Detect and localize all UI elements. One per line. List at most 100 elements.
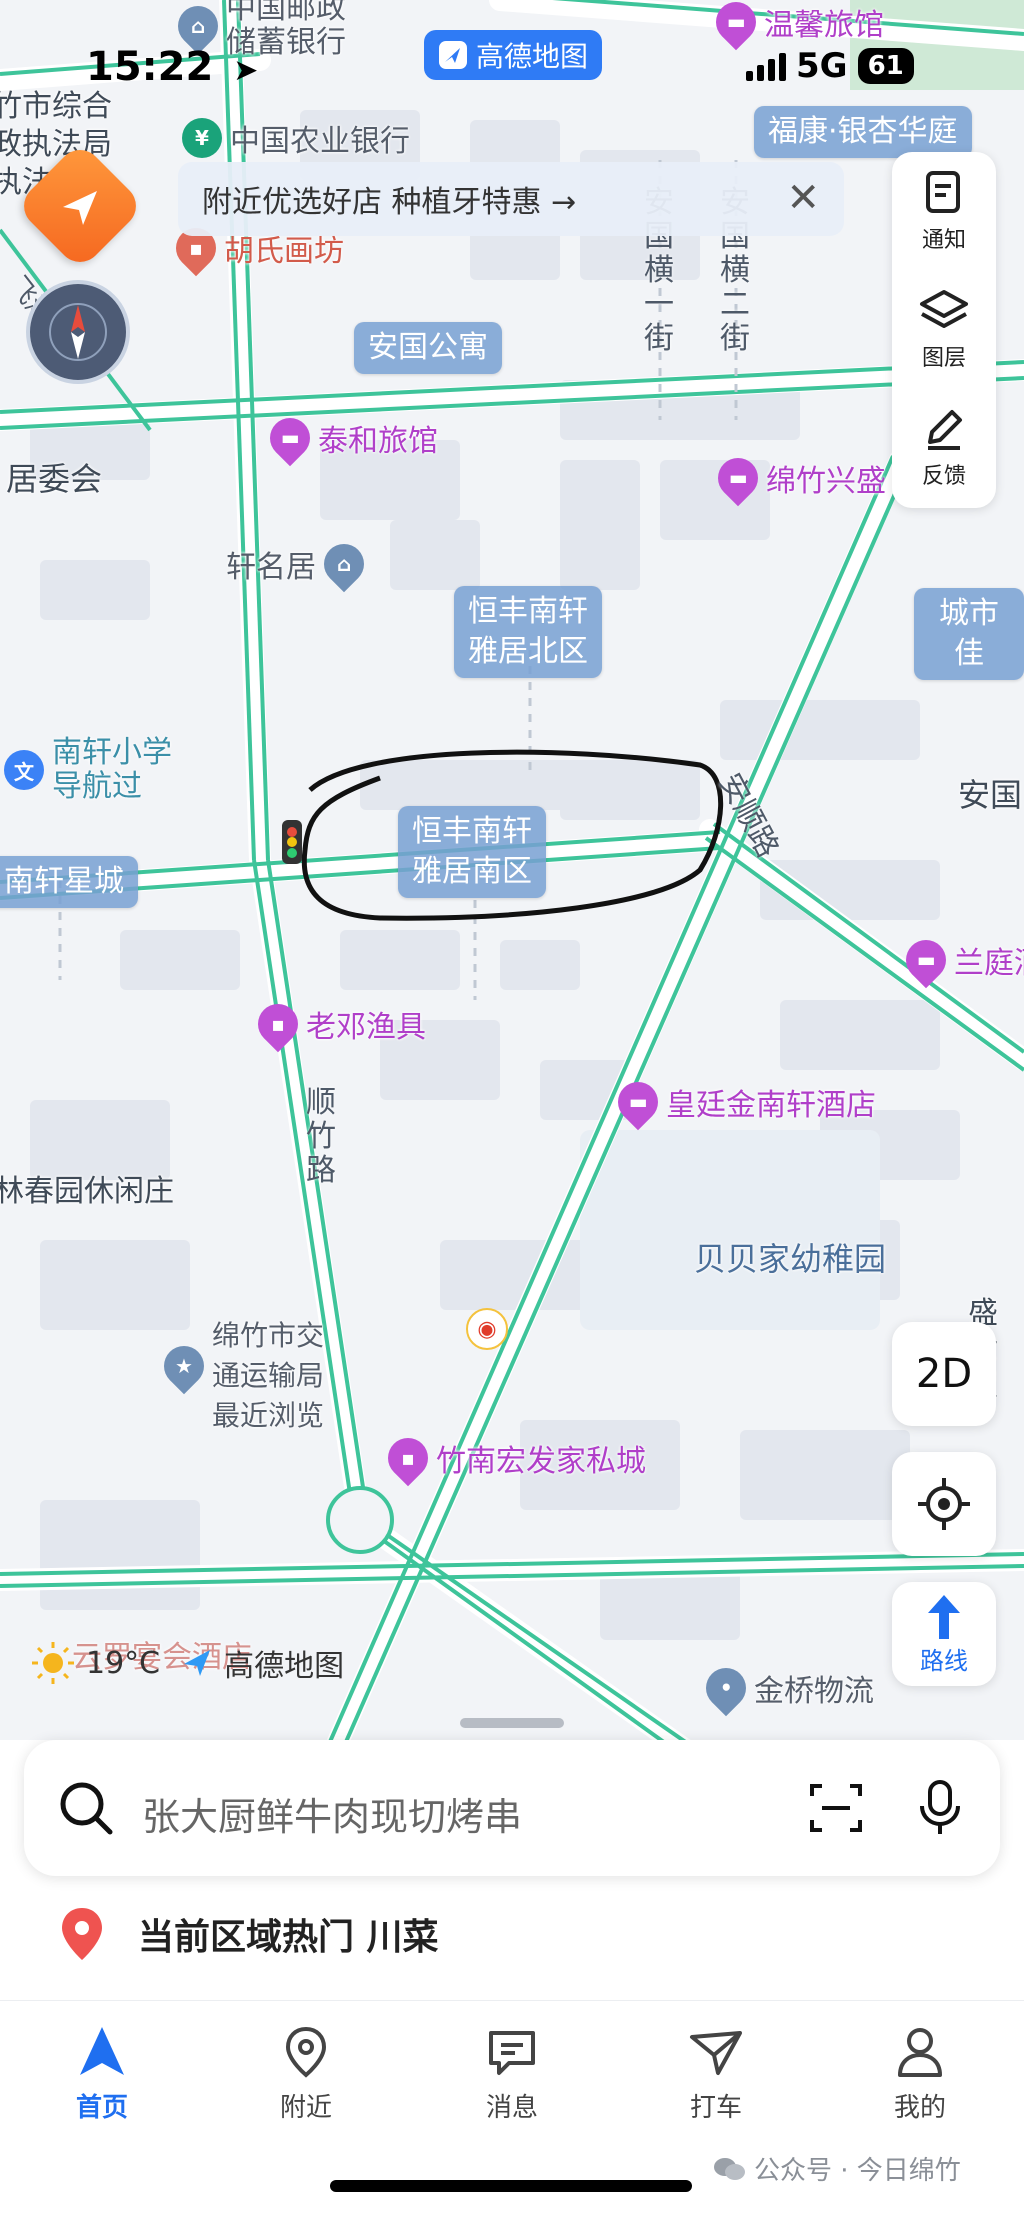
scan-icon[interactable] (808, 1780, 864, 1836)
search-icon (60, 1782, 113, 1835)
watermark-text: 公众号 · 今日绵竹 (754, 2156, 961, 2186)
map-app: ⌂ 中国邮政 储蓄银行 ¥ 中国农业银行 ▬ 温馨旅馆 ▪ 胡氏画坊 ▬ 泰和旅… (0, 0, 1024, 2216)
hotel-icon: ▬ (261, 409, 319, 467)
label-hengfeng-south[interactable]: 恒丰南轩 雅居南区 (398, 806, 546, 898)
bank-icon: ¥ (182, 118, 222, 158)
label-nanxuan-xingcheng[interactable]: 南轩星城 (0, 856, 138, 908)
close-icon[interactable]: ✕ (786, 176, 820, 220)
poi-xuanmingju[interactable]: 轩名居 ⌂ (226, 535, 373, 593)
map-canvas[interactable]: ⌂ 中国邮政 储蓄银行 ¥ 中国农业银行 ▬ 温馨旅馆 ▪ 胡氏画坊 ▬ 泰和旅… (0, 0, 1024, 1760)
wechat-icon (714, 2157, 745, 2180)
promo-banner[interactable]: 附近优选好店 种植牙特惠 → ✕ (178, 162, 844, 236)
notification-icon (926, 171, 960, 213)
taxi-icon (690, 2031, 742, 2075)
tab-taxi-label: 打车 (689, 2093, 742, 2123)
poi-label: 皇廷金南轩酒店 (666, 1088, 876, 1123)
search-input[interactable]: 张大厨鲜牛肉现切烤串 (142, 1786, 522, 1841)
poi-abc-bank[interactable]: ¥ 中国农业银行 (182, 116, 410, 160)
layers-button[interactable]: 图层 (892, 270, 996, 388)
hotel-icon: ▬ (709, 449, 767, 507)
label-anguo-apartment[interactable]: 安国公寓 (354, 322, 502, 374)
notify-button[interactable]: 通知 (892, 152, 996, 270)
hotel-icon: ▬ (609, 1073, 667, 1131)
label-fukang[interactable]: 福康·银杏华庭 (754, 106, 972, 158)
road-shunzhu: 顺 竹 路 (306, 1085, 336, 1188)
layers-icon (920, 290, 968, 328)
route-label: 路线 (920, 1646, 968, 1675)
area-anguo: 安国 (958, 776, 1023, 814)
compass-button[interactable] (26, 280, 130, 384)
poi-label: 泰和旅馆 (318, 424, 438, 459)
pencil-icon (928, 410, 962, 450)
poi-transport-bureau[interactable]: ★ 绵竹市交 通运输局 最近浏览 (155, 1316, 325, 1436)
poi-label: 金桥物流 (754, 1674, 874, 1709)
tab-messages[interactable]: 消息 (452, 2025, 572, 2124)
user-icon (898, 2028, 942, 2077)
message-icon (489, 2031, 535, 2075)
route-arrow-icon (928, 1594, 960, 1639)
poi-nanxuan-school[interactable]: 文 南轩小学 导航过 (4, 736, 172, 804)
hotel-icon: ▬ (897, 931, 955, 989)
gas-station-icon: ◉ (466, 1308, 508, 1350)
poi-taihe-hotel[interactable]: ▬ 泰和旅馆 (261, 409, 438, 467)
location-icon: • (697, 1659, 755, 1717)
status-bar: 15:22 ➤ 高德地图 5G 61 (0, 30, 1024, 110)
amap-logo-text: 高德地图 (224, 1649, 345, 1684)
poi-label: 中国农业银行 (230, 124, 410, 159)
shop-icon: ▪ (249, 995, 307, 1053)
hot-text[interactable]: 当前区域热门 川菜 (138, 1908, 439, 1960)
locate-icon (918, 1478, 970, 1530)
poi-laodeng-fishing[interactable]: ▪ 老邓渔具 (249, 995, 426, 1053)
sheet-drag-handle[interactable] (460, 1718, 564, 1728)
poi-huangting-hotel[interactable]: ▬ 皇廷金南轩酒店 (609, 1073, 876, 1131)
battery-level: 61 (857, 48, 914, 84)
feedback-button[interactable]: 反馈 (892, 388, 996, 506)
tab-profile-label: 我的 (893, 2093, 946, 2123)
location-pin-icon (62, 1908, 102, 1960)
poi-label: 绵竹兴盛 (766, 464, 886, 499)
hot-recommendation[interactable]: 当前区域热门 川菜 (56, 1904, 439, 1964)
tab-profile[interactable]: 我的 (860, 2025, 980, 2124)
route-button[interactable]: 路线 (892, 1582, 996, 1686)
app-indicator[interactable]: 高德地图 (424, 30, 603, 80)
area-beibei-kindergarten: 贝贝家幼稚园 (694, 1240, 887, 1278)
locate-button[interactable] (892, 1452, 996, 1556)
poi-label: 绵竹市交 通运输局 最近浏览 (212, 1319, 325, 1432)
clock-text: 15:22 (86, 44, 214, 90)
tab-nearby[interactable]: 附近 (246, 2025, 366, 2124)
tab-home[interactable]: 首页 (42, 2025, 162, 2124)
tab-home-label: 首页 (75, 2093, 128, 2123)
poi-zhunan-furniture[interactable]: ▪ 竹南宏发家私城 (379, 1429, 646, 1487)
poi-label: 南轩小学 导航过 (52, 735, 172, 804)
compass-icon (49, 303, 107, 361)
location-icon (285, 2026, 327, 2078)
poi-label: 老邓渔具 (306, 1010, 426, 1045)
poi-jinqiao-logistics[interactable]: • 金桥物流 (697, 1659, 874, 1717)
notify-label: 通知 (921, 228, 966, 253)
temperature: 19°C (86, 1645, 161, 1681)
tab-bar: 首页 附近 消息 打车 我的 (0, 2000, 1024, 2150)
microphone-icon[interactable] (916, 1778, 964, 1838)
tab-nearby-label: 附近 (279, 2093, 332, 2123)
amap-logo-icon (184, 1650, 211, 1676)
weather-widget: 19°C 高德地图 (30, 1640, 344, 1686)
paper-plane-icon (63, 191, 97, 225)
network-status: 5G 61 (746, 46, 914, 86)
view-mode-button[interactable]: 2D (892, 1322, 996, 1426)
area-residents-committee: 居委会 (6, 460, 103, 498)
amap-icon (439, 41, 467, 69)
promo-text[interactable]: 附近优选好店 种植牙特惠 → (202, 177, 576, 221)
search-bar[interactable]: 张大厨鲜牛肉现切烤串 (24, 1740, 1000, 1876)
tab-taxi[interactable]: 打车 (656, 2025, 776, 2124)
label-hengfeng-north[interactable]: 恒丰南轩 雅居北区 (454, 586, 602, 678)
app-indicator-label: 高德地图 (476, 40, 589, 73)
home-indicator[interactable] (330, 2180, 692, 2192)
poi-lanting-hotel[interactable]: ▬ 兰庭酒 (897, 931, 1024, 989)
label-chengshi[interactable]: 城市佳 (914, 588, 1024, 680)
building-icon: ⌂ (315, 535, 373, 593)
poi-mianzhu-xingsheng[interactable]: ▬ 绵竹兴盛 (709, 449, 886, 507)
poi-label: 竹南宏发家私城 (436, 1444, 646, 1479)
sun-icon (32, 1642, 74, 1684)
map-tools-panel: 通知 图层 反馈 (892, 152, 996, 508)
poi-petrochina[interactable]: ◉ (466, 1308, 508, 1350)
